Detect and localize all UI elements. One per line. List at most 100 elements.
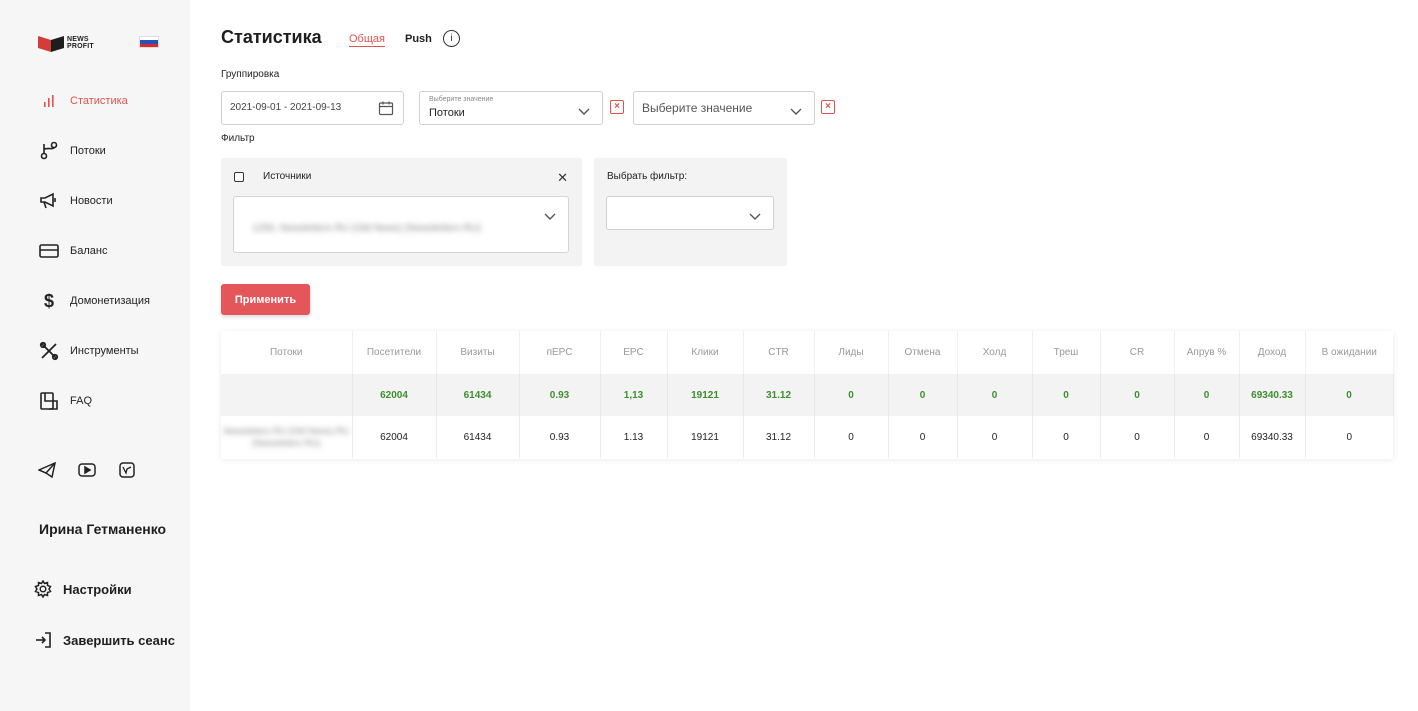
- column-header[interactable]: CTR: [743, 331, 815, 374]
- total-cell: 62004: [352, 374, 437, 416]
- total-cell: 0: [1305, 374, 1394, 416]
- apply-button[interactable]: Применить: [221, 284, 310, 315]
- dollar-icon: $: [43, 290, 54, 311]
- close-icon[interactable]: ✕: [557, 170, 568, 186]
- logo-text-line1: NEWS: [67, 36, 89, 43]
- total-cell: 0: [888, 374, 958, 416]
- logo-text: NEWS PROFIT: [67, 36, 94, 50]
- youtube-icon[interactable]: [76, 459, 98, 481]
- sources-select[interactable]: 1256, Newsletters RU (Old News) (Newslet…: [233, 196, 569, 253]
- sidebar-item-label: Потоки: [70, 145, 106, 157]
- megaphone-icon: [38, 190, 60, 212]
- date-range-value: 2021-09-01 - 2021-09-13: [230, 102, 342, 113]
- sources-filter-panel: Источники ✕ 1256, Newsletters RU (Old Ne…: [221, 158, 582, 266]
- column-header[interactable]: Холд: [957, 331, 1033, 374]
- choose-filter-label: Выбрать фильтр:: [607, 171, 688, 182]
- table-cell: 0: [888, 416, 958, 458]
- social-links: [36, 459, 138, 481]
- table-cell: 69340.33: [1239, 416, 1306, 458]
- vk-icon[interactable]: [116, 459, 138, 481]
- table-cell: 0: [1174, 416, 1240, 458]
- column-header[interactable]: Отмена: [888, 331, 958, 374]
- column-header[interactable]: Треш: [1032, 331, 1101, 374]
- sidebar-item-label: Инструменты: [70, 345, 139, 357]
- telegram-icon[interactable]: [36, 459, 58, 481]
- sidebar-item-remonetization[interactable]: $ Домонетизация: [0, 276, 190, 326]
- info-icon[interactable]: i: [443, 30, 460, 47]
- sidebar-item-label: Домонетизация: [70, 295, 150, 307]
- tools-icon: [38, 340, 60, 362]
- column-header[interactable]: Доход: [1239, 331, 1306, 374]
- column-header[interactable]: EPC: [600, 331, 668, 374]
- total-cell: 0: [814, 374, 889, 416]
- sidebar-item-faq[interactable]: FAQ: [0, 376, 190, 426]
- column-header[interactable]: пЕРС: [519, 331, 601, 374]
- total-cell: 0: [1174, 374, 1240, 416]
- table-cell: 19121: [667, 416, 744, 458]
- sidebar-item-statistics[interactable]: Статистика: [0, 76, 190, 126]
- logout-icon: [33, 630, 53, 650]
- table-cell: 62004: [352, 416, 437, 458]
- tab-general[interactable]: Общая: [349, 33, 385, 47]
- chevron-down-icon: [578, 103, 590, 121]
- sources-checkbox[interactable]: [234, 172, 244, 182]
- sidebar-item-balance[interactable]: Баланс: [0, 226, 190, 276]
- total-cell: 0: [1100, 374, 1175, 416]
- column-header[interactable]: Потоки: [221, 331, 353, 374]
- brand-logo[interactable]: NEWS PROFIT: [38, 34, 94, 52]
- column-header[interactable]: Клики: [667, 331, 744, 374]
- logout-label: Завершить сеанс: [63, 632, 175, 648]
- table-cell: 0: [1346, 431, 1353, 443]
- column-header[interactable]: CR: [1100, 331, 1175, 374]
- table-cell: 0: [1100, 416, 1175, 458]
- select-value: Выберите значение: [642, 101, 753, 115]
- clear-secondary-group-button[interactable]: ×: [821, 100, 835, 114]
- language-flag-ru-icon[interactable]: [139, 36, 159, 48]
- sidebar-item-flows[interactable]: Потоки: [0, 126, 190, 176]
- branch-icon: [38, 140, 60, 162]
- column-header[interactable]: Визиты: [436, 331, 520, 374]
- select-placeholder: Выберите значение: [429, 96, 494, 103]
- column-header[interactable]: В ожидании: [1305, 331, 1393, 374]
- sidebar-item-tools[interactable]: Инструменты: [0, 326, 190, 376]
- table-total-row: 62004 61434 0.93 1,13 19121 31.12 0 0 0 0 0 0 69340.…: [221, 374, 1394, 416]
- sidebar: NEWS PROFIT Статистика Потоки Новости Ба…: [0, 0, 190, 711]
- sidebar-item-label: Новости: [70, 195, 113, 207]
- sidebar-item-label: Статистика: [70, 95, 128, 107]
- logout-link[interactable]: Завершить сеанс: [33, 630, 175, 650]
- table-cell: 61434: [436, 416, 520, 458]
- page-title: Статистика: [221, 27, 322, 47]
- sources-selected-value: 1256, Newsletters RU (Old News) (Newslet…: [252, 223, 481, 234]
- newsprofit-logo-icon: [38, 36, 64, 52]
- total-cell: 19121: [667, 374, 744, 416]
- grouping-select-primary[interactable]: Выберите значение Потоки: [419, 91, 603, 125]
- logo-text-line2: PROFIT: [67, 43, 94, 50]
- settings-label: Настройки: [63, 581, 132, 597]
- calendar-icon: [378, 100, 394, 121]
- filter-label: Фильтр: [221, 133, 255, 144]
- total-cell: 0: [1032, 374, 1101, 416]
- grouping-select-secondary[interactable]: Выберите значение: [633, 91, 815, 125]
- flow-name-cell: Newsletters RU (Old News) RU (Newsletter…: [221, 416, 353, 458]
- choose-filter-panel: Выбрать фильтр:: [594, 158, 787, 266]
- sidebar-item-label: FAQ: [70, 395, 93, 407]
- column-header[interactable]: Лиды: [814, 331, 889, 374]
- select-value: Потоки: [429, 107, 465, 119]
- choose-filter-select[interactable]: [606, 196, 774, 230]
- table-cell: 0: [957, 416, 1033, 458]
- column-header[interactable]: Апрув %: [1174, 331, 1240, 374]
- settings-link[interactable]: Настройки: [33, 579, 132, 599]
- grouping-label: Группировка: [221, 69, 280, 80]
- table-row[interactable]: Newsletters RU (Old News) RU (Newsletter…: [221, 416, 1393, 458]
- table-cell: 0: [814, 416, 889, 458]
- clear-primary-group-button[interactable]: ×: [610, 100, 624, 114]
- sidebar-item-news[interactable]: Новости: [0, 176, 190, 226]
- card-icon: [38, 240, 60, 262]
- statistics-table: Потоки Посетители Визиты пЕРС EPC Клики CTR Лид…: [221, 331, 1394, 459]
- user-name: Ирина Гетманенко: [39, 521, 167, 537]
- date-range-picker[interactable]: 2021-09-01 - 2021-09-13: [221, 91, 404, 125]
- tab-push[interactable]: Push: [405, 33, 432, 45]
- total-cell: 0.93: [519, 374, 601, 416]
- column-header[interactable]: Посетители: [352, 331, 437, 374]
- chevron-down-icon: [749, 208, 761, 226]
